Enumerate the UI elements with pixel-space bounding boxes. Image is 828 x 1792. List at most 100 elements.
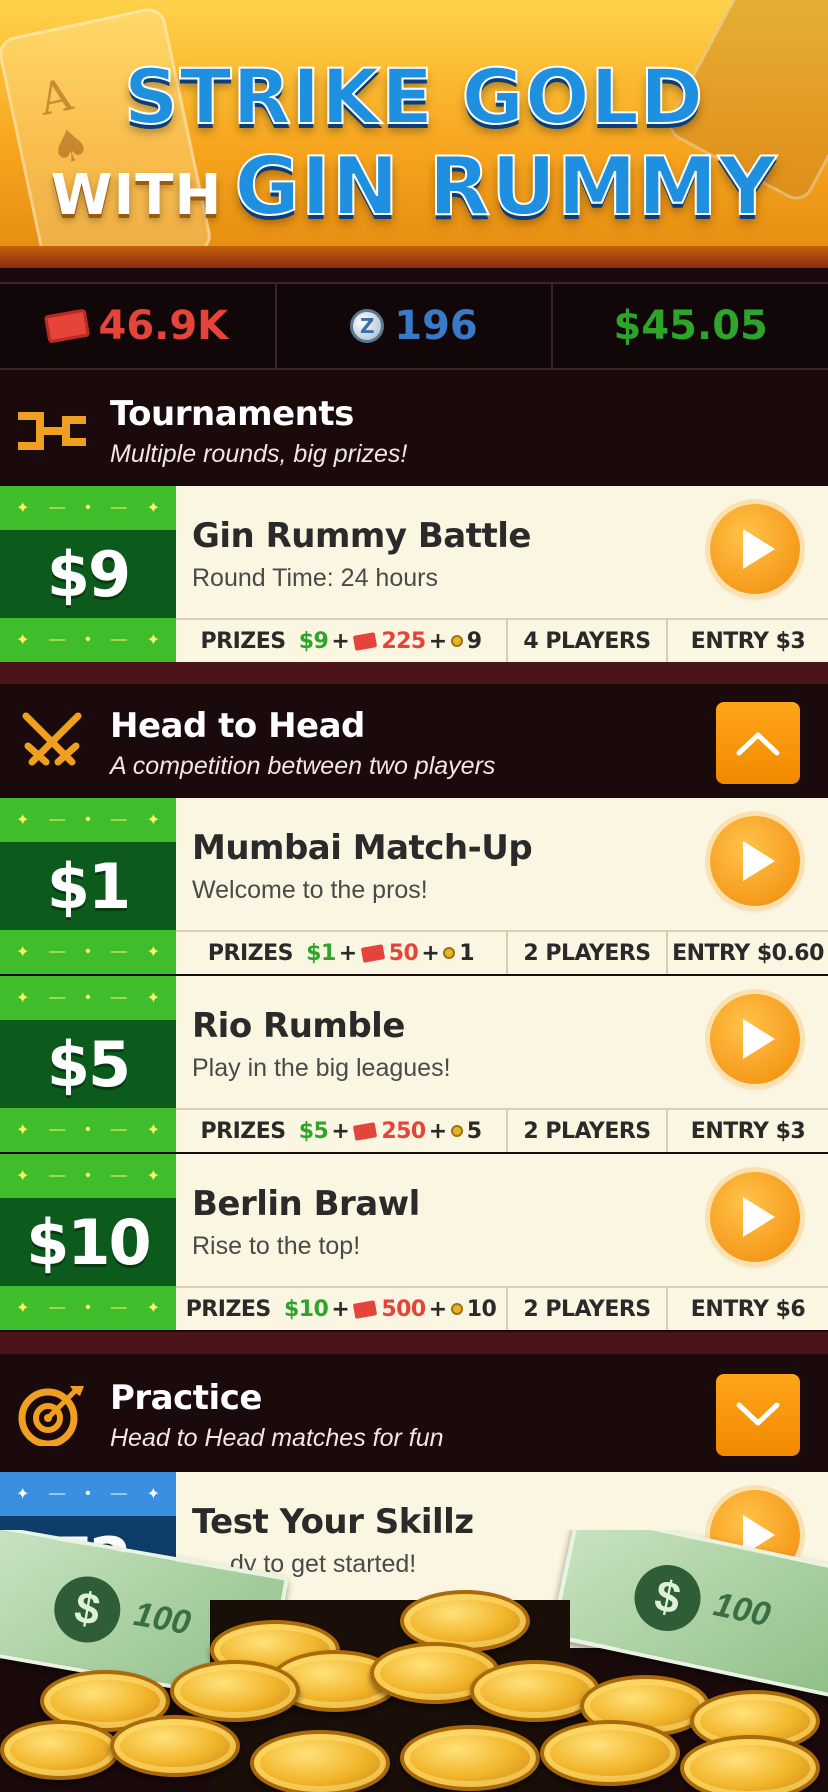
currency-bar: 46.9K Z 196 $45.05 (0, 282, 828, 370)
cash-balance[interactable]: $45.05 (553, 284, 828, 368)
play-icon (743, 841, 775, 881)
prize-cash: $5 (298, 1118, 329, 1144)
bill-seal: $ (49, 1571, 126, 1648)
section-divider (0, 662, 828, 684)
z-coins-balance[interactable]: Z 196 (277, 284, 554, 368)
game-stats: PRIZES $1 +50 +1 2 PLAYERS ENTRY $0.60 (176, 930, 828, 974)
prizes-cell: PRIZES $5 +250 +5 (176, 1110, 508, 1152)
prizes-label: PRIZES (185, 1296, 272, 1322)
star-divider: ✦ — • — ✦ (15, 1485, 160, 1503)
game-row-berlin-brawl[interactable]: ✦ — • — ✦ $10 ✦ — • — ✦ Berlin Brawl Rise to the… (0, 1154, 828, 1330)
banner-game-name: GIN RUMMY (233, 139, 778, 234)
tournaments-section-header: Tournaments Multiple rounds, big prizes! (0, 372, 828, 486)
gold-coin (170, 1660, 300, 1722)
chevron-up-icon (736, 732, 780, 756)
game-row-rio-rumble[interactable]: ✦ — • — ✦ $5 ✦ — • — ✦ Rio Rumble Play in the bi… (0, 976, 828, 1152)
game-stats: PRIZES $9 +225 +9 4 PLAYERS ENTRY $3 (176, 618, 828, 662)
play-button[interactable] (710, 504, 800, 594)
entry-cell: ENTRY $6 (690, 1296, 806, 1322)
section-subtitle: Multiple rounds, big prizes! (110, 440, 408, 468)
stake-badge: ✦ — • — ✦ $5 ✦ — • — ✦ (0, 976, 176, 1152)
gold-coin (110, 1715, 240, 1777)
banner-headline-line2: WITH GIN RUMMY (0, 139, 828, 234)
section-title: Practice (110, 1378, 262, 1418)
stake-badge: ✦ — • — ✦ $10 ✦ — • — ✦ (0, 1154, 176, 1330)
game-title: Mumbai Match-Up (192, 828, 533, 868)
banner-headline-line1: STRIKE GOLD (123, 51, 705, 142)
section-title: Tournaments (110, 394, 354, 434)
dollar-bill-art: $ 100 (549, 1530, 828, 1700)
prize-tickets: 500 (381, 1296, 426, 1322)
entry-cell: ENTRY $0.60 (672, 940, 824, 966)
prize-cash: $9 (298, 628, 329, 654)
play-icon (743, 529, 775, 569)
bill-value: 100 (710, 1585, 774, 1635)
game-stats: PRIZES $10 +500 +10 2 PLAYERS ENTRY $6 (176, 1286, 828, 1330)
banner-with-text: WITH (50, 163, 223, 228)
ticket-icon (360, 943, 385, 963)
tickets-balance[interactable]: 46.9K (0, 284, 277, 368)
target-icon (18, 1386, 84, 1446)
game-subtitle: Round Time: 24 hours (192, 564, 438, 592)
star-divider: ✦ — • — ✦ (15, 499, 160, 517)
prize-medals: 5 (466, 1118, 482, 1144)
prizes-cell: PRIZES $1 +50 +1 (176, 932, 508, 974)
prizes-label: PRIZES (200, 628, 287, 654)
players-cell: 4 PLAYERS (508, 620, 668, 662)
prizes-cell: PRIZES $9 +225 +9 (176, 620, 508, 662)
game-subtitle: Welcome to the pros! (192, 876, 428, 904)
players-cell: 2 PLAYERS (508, 1288, 668, 1330)
prize-tickets: 250 (381, 1118, 426, 1144)
star-divider: ✦ — • — ✦ (15, 1299, 160, 1317)
practice-section-header: Practice Head to Head matches for fun (0, 1356, 828, 1470)
medal-icon (443, 947, 456, 959)
stake-value: $9 (46, 537, 131, 611)
play-button[interactable] (710, 1172, 800, 1262)
collapse-section-button[interactable] (716, 702, 800, 784)
medal-icon (450, 1125, 463, 1137)
crossed-swords-icon (22, 712, 82, 766)
prize-cash: $10 (283, 1296, 329, 1322)
game-title: Rio Rumble (192, 1006, 405, 1046)
stake-badge: ✦ — • — ✦ $9 ✦ — • — ✦ (0, 486, 176, 662)
z-coins-value: 196 (394, 303, 478, 349)
stake-badge: ✦ — • — ✦ $1 ✦ — • — ✦ (0, 798, 176, 974)
prize-tickets: 225 (381, 628, 426, 654)
game-title: Berlin Brawl (192, 1184, 420, 1224)
section-title: Head to Head (110, 706, 365, 746)
banner-bottom-strip (0, 246, 828, 268)
section-subtitle: Head to Head matches for fun (110, 1424, 444, 1452)
stake-value: $5 (46, 1027, 131, 1101)
section-subtitle: A competition between two players (110, 752, 496, 780)
ticket-icon (353, 1299, 378, 1319)
players-cell: 2 PLAYERS (508, 932, 668, 974)
play-button[interactable] (710, 816, 800, 906)
game-row-mumbai-match-up[interactable]: ✦ — • — ✦ $1 ✦ — • — ✦ Mumbai Match-Up Welcome t… (0, 798, 828, 974)
promo-banner: A ♠ STRIKE GOLD WITH GIN RUMMY (0, 0, 828, 268)
game-stats: PRIZES $5 +250 +5 2 PLAYERS ENTRY $3 (176, 1108, 828, 1152)
expand-section-button[interactable] (716, 1374, 800, 1456)
z-coin-icon: Z (350, 309, 385, 343)
gold-coin (470, 1660, 600, 1722)
head-to-head-section-header: Head to Head A competition between two p… (0, 684, 828, 798)
chevron-down-icon (736, 1402, 780, 1426)
players-cell: 2 PLAYERS (508, 1110, 668, 1152)
play-icon (743, 1019, 775, 1059)
play-button[interactable] (710, 994, 800, 1084)
prize-medals: 9 (466, 628, 482, 654)
coins-and-cash-art: $ 100 $ 100 (0, 1530, 828, 1792)
game-subtitle: Play in the big leagues! (192, 1054, 451, 1082)
ticket-icon (353, 631, 378, 651)
gold-coin (0, 1720, 120, 1780)
game-row-gin-rummy-battle[interactable]: ✦ — • — ✦ $9 ✦ — • — ✦ Gin Rummy Battle Round Ti… (0, 486, 828, 662)
prizes-label: PRIZES (200, 1118, 287, 1144)
medal-icon (450, 1303, 463, 1315)
gold-coin (680, 1735, 820, 1792)
gold-coin (540, 1720, 680, 1786)
prize-cash: $1 (306, 940, 336, 966)
prize-tickets: 50 (388, 940, 419, 966)
game-title: Gin Rummy Battle (192, 516, 531, 556)
section-divider (0, 1332, 828, 1354)
game-subtitle: Rise to the top! (192, 1232, 361, 1260)
ticket-icon (353, 1121, 378, 1141)
